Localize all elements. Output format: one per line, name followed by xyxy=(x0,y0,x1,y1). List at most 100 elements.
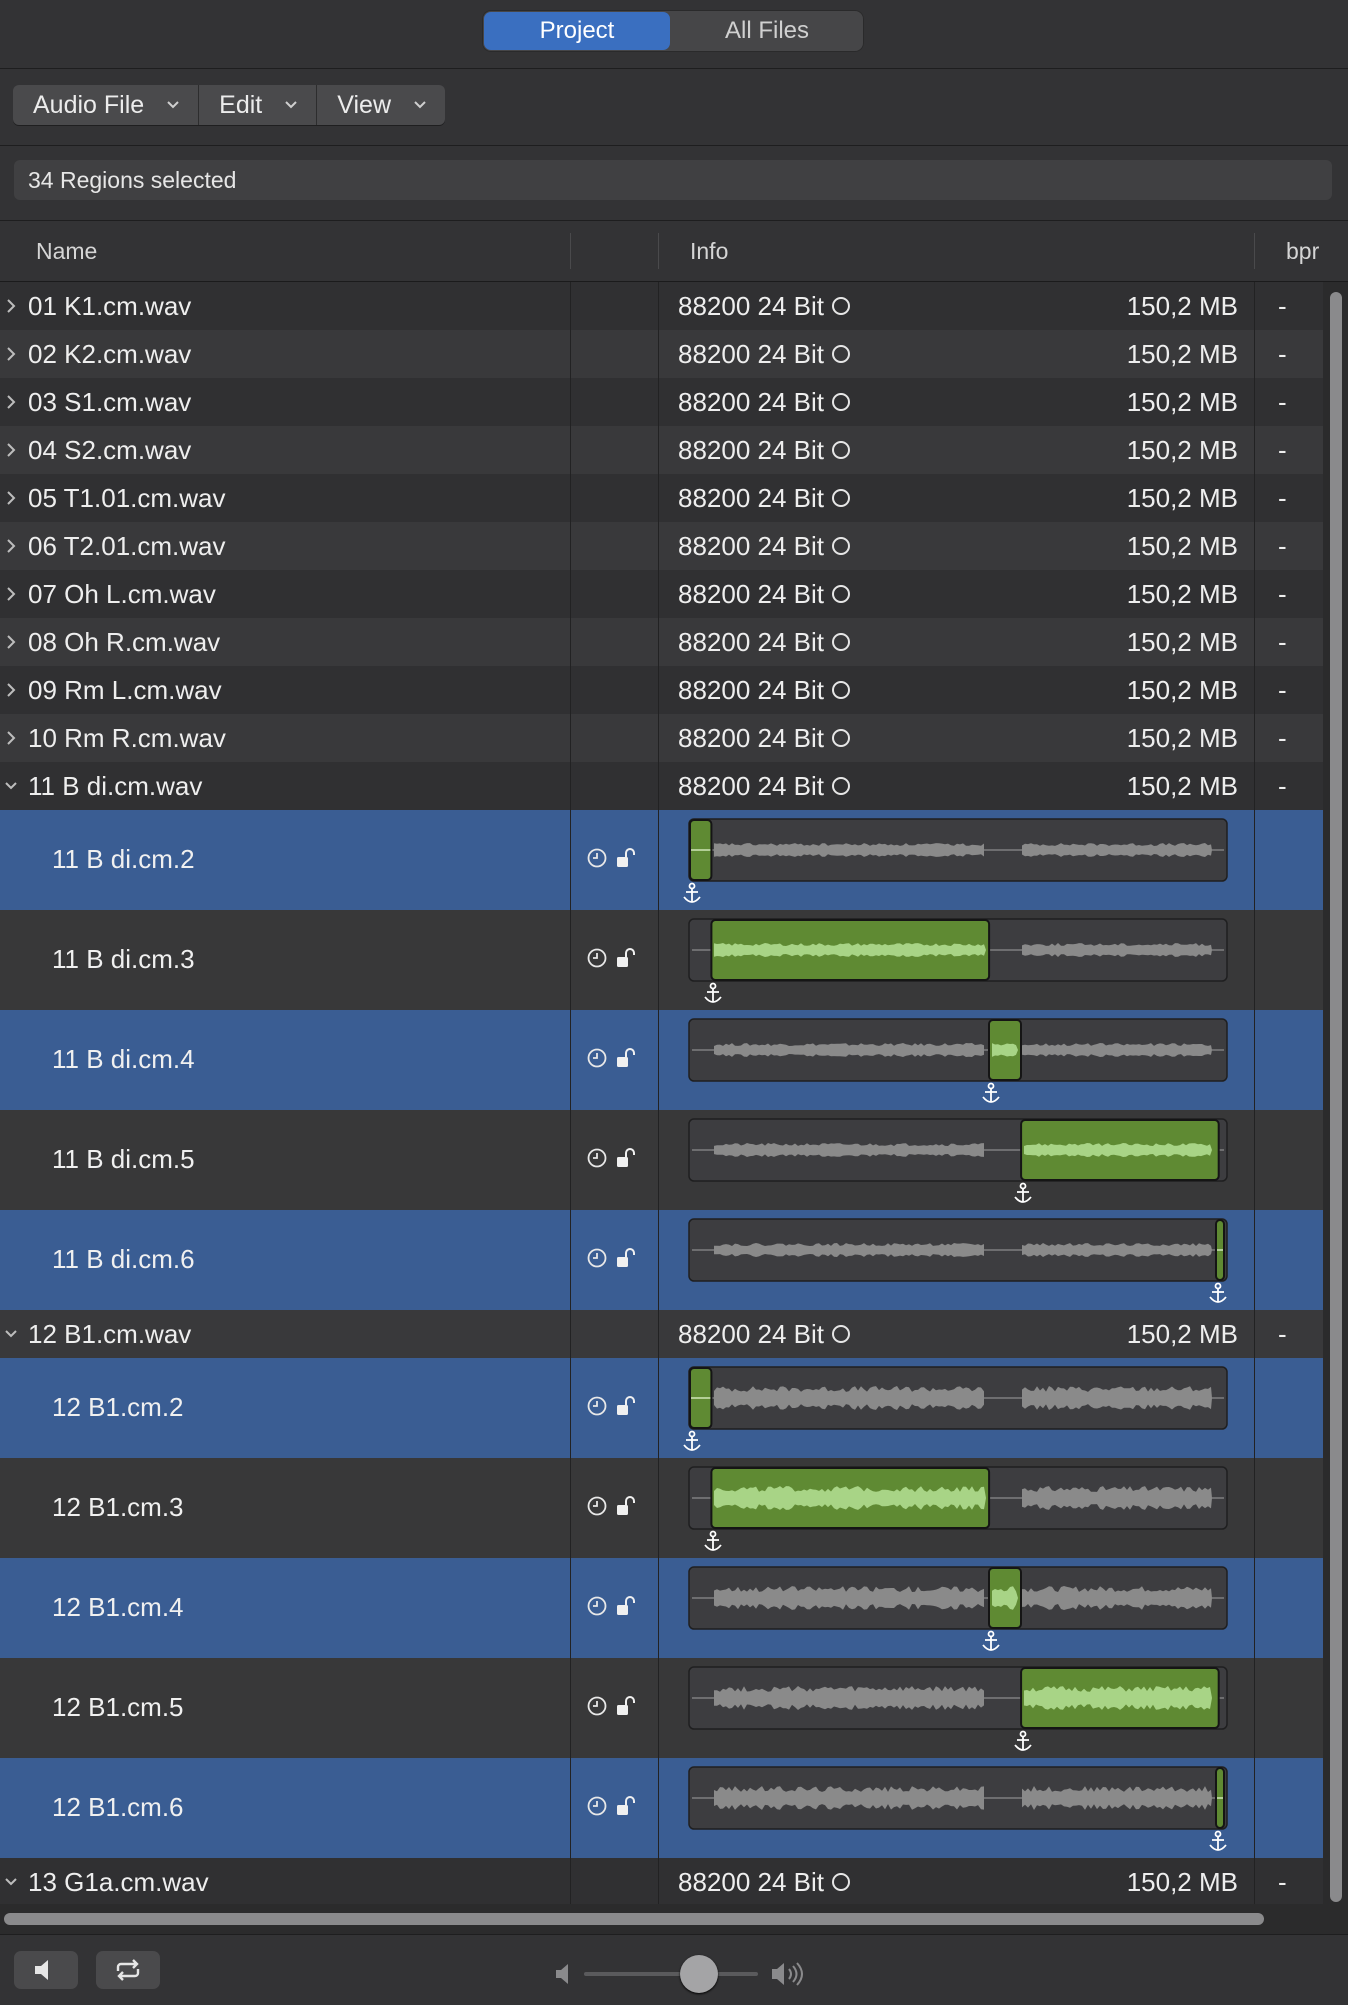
unlock-icon[interactable] xyxy=(614,947,636,969)
column-divider[interactable] xyxy=(1254,233,1255,269)
clock-icon[interactable] xyxy=(586,1695,608,1717)
region-waveform[interactable] xyxy=(688,1766,1228,1830)
tab-all-files[interactable]: All Files xyxy=(672,12,862,50)
vertical-scrollbar[interactable] xyxy=(1323,282,1348,1904)
clock-icon[interactable] xyxy=(586,1495,608,1517)
column-divider[interactable] xyxy=(570,233,571,269)
anchor-icon[interactable] xyxy=(1011,1730,1035,1754)
anchor-icon[interactable] xyxy=(680,882,704,906)
region-row[interactable]: 12 B1.cm.4 xyxy=(0,1558,1323,1658)
column-divider[interactable] xyxy=(658,233,659,269)
chevron-right-icon[interactable] xyxy=(4,730,18,746)
clock-icon[interactable] xyxy=(586,847,608,869)
file-row[interactable]: 13 G1a.cm.wav 88200 24 Bit 150,2 MB - xyxy=(0,1858,1323,1904)
file-row[interactable]: 02 K2.cm.wav 88200 24 Bit 150,2 MB - xyxy=(0,330,1323,378)
column-name-header[interactable]: Name xyxy=(36,221,97,281)
file-row[interactable]: 09 Rm L.cm.wav 88200 24 Bit 150,2 MB - xyxy=(0,666,1323,714)
region-waveform[interactable] xyxy=(688,818,1228,882)
chevron-down-icon[interactable] xyxy=(4,1874,18,1890)
file-row[interactable]: 06 T2.01.cm.wav 88200 24 Bit 150,2 MB - xyxy=(0,522,1323,570)
anchor-icon[interactable] xyxy=(979,1630,1003,1654)
horizontal-scrollbar[interactable] xyxy=(0,1904,1348,1934)
unlock-icon[interactable] xyxy=(614,1595,636,1617)
chevron-right-icon[interactable] xyxy=(4,490,18,506)
clock-icon[interactable] xyxy=(586,1147,608,1169)
unlock-icon[interactable] xyxy=(614,1795,636,1817)
chevron-right-icon[interactable] xyxy=(4,538,18,554)
view-menu-button[interactable]: View xyxy=(317,85,445,125)
region-waveform[interactable] xyxy=(688,918,1228,982)
file-row[interactable]: 04 S2.cm.wav 88200 24 Bit 150,2 MB - xyxy=(0,426,1323,474)
chevron-right-icon[interactable] xyxy=(4,394,18,410)
anchor-icon[interactable] xyxy=(701,1530,725,1554)
unlock-icon[interactable] xyxy=(614,1395,636,1417)
region-waveform[interactable] xyxy=(688,1566,1228,1630)
clock-icon[interactable] xyxy=(586,1595,608,1617)
region-waveform[interactable] xyxy=(688,1666,1228,1730)
file-row[interactable]: 08 Oh R.cm.wav 88200 24 Bit 150,2 MB - xyxy=(0,618,1323,666)
chevron-right-icon[interactable] xyxy=(4,346,18,362)
region-waveform[interactable] xyxy=(688,1366,1228,1430)
unlock-icon[interactable] xyxy=(614,1695,636,1717)
unlock-icon[interactable] xyxy=(614,847,636,869)
region-status-icons xyxy=(586,1395,636,1417)
file-row[interactable]: 07 Oh L.cm.wav 88200 24 Bit 150,2 MB - xyxy=(0,570,1323,618)
clock-icon[interactable] xyxy=(586,1395,608,1417)
region-waveform[interactable] xyxy=(688,1118,1228,1182)
region-row[interactable]: 11 B di.cm.4 xyxy=(0,1010,1323,1110)
anchor-icon[interactable] xyxy=(979,1082,1003,1106)
unlock-icon[interactable] xyxy=(614,1147,636,1169)
vertical-scroll-thumb[interactable] xyxy=(1330,292,1342,1902)
unlock-icon[interactable] xyxy=(614,1495,636,1517)
chevron-right-icon[interactable] xyxy=(4,298,18,314)
column-bpm-header[interactable]: bpr xyxy=(1286,221,1319,281)
loop-button[interactable] xyxy=(96,1951,160,1989)
chevron-right-icon[interactable] xyxy=(4,634,18,650)
chevron-right-icon[interactable] xyxy=(4,682,18,698)
region-row[interactable]: 11 B di.cm.5 xyxy=(0,1110,1323,1210)
anchor-icon[interactable] xyxy=(1011,1182,1035,1206)
file-row[interactable]: 05 T1.01.cm.wav 88200 24 Bit 150,2 MB - xyxy=(0,474,1323,522)
anchor-icon[interactable] xyxy=(1206,1282,1230,1306)
clock-icon[interactable] xyxy=(586,1047,608,1069)
anchor-icon[interactable] xyxy=(701,982,725,1006)
region-row[interactable]: 12 B1.cm.6 xyxy=(0,1758,1323,1858)
region-row[interactable]: 11 B di.cm.2 xyxy=(0,810,1323,910)
region-row[interactable]: 11 B di.cm.3 xyxy=(0,910,1323,1010)
column-info-header[interactable]: Info xyxy=(690,221,728,281)
region-waveform[interactable] xyxy=(688,1466,1228,1530)
region-row[interactable]: 12 B1.cm.3 xyxy=(0,1458,1323,1558)
tab-project[interactable]: Project xyxy=(484,12,670,50)
edit-menu-button[interactable]: Edit xyxy=(199,85,318,125)
clock-icon[interactable] xyxy=(586,947,608,969)
region-waveform[interactable] xyxy=(688,1218,1228,1282)
unlock-icon[interactable] xyxy=(614,1047,636,1069)
region-row[interactable]: 12 B1.cm.5 xyxy=(0,1658,1323,1758)
column-divider xyxy=(658,282,659,330)
region-row[interactable]: 11 B di.cm.6 xyxy=(0,1210,1323,1310)
chevron-down-icon[interactable] xyxy=(4,1326,18,1342)
unlock-icon[interactable] xyxy=(614,1247,636,1269)
volume-slider-knob[interactable] xyxy=(680,1955,718,1993)
file-row[interactable]: 01 K1.cm.wav 88200 24 Bit 150,2 MB - xyxy=(0,282,1323,330)
file-row[interactable]: 10 Rm R.cm.wav 88200 24 Bit 150,2 MB - xyxy=(0,714,1323,762)
chevron-right-icon[interactable] xyxy=(4,586,18,602)
horizontal-scroll-thumb[interactable] xyxy=(4,1913,1264,1925)
anchor-icon[interactable] xyxy=(680,1430,704,1454)
column-divider xyxy=(570,1558,571,1658)
chevron-down-icon[interactable] xyxy=(4,778,18,794)
prelisten-button[interactable] xyxy=(14,1951,78,1989)
volume-slider[interactable] xyxy=(584,1972,758,1976)
file-row[interactable]: 03 S1.cm.wav 88200 24 Bit 150,2 MB - xyxy=(0,378,1323,426)
clock-icon[interactable] xyxy=(586,1795,608,1817)
clock-icon[interactable] xyxy=(586,1247,608,1269)
file-format-info: 88200 24 Bit xyxy=(678,1319,825,1349)
chevron-right-icon[interactable] xyxy=(4,442,18,458)
file-row[interactable]: 12 B1.cm.wav 88200 24 Bit 150,2 MB - xyxy=(0,1310,1323,1358)
anchor-icon[interactable] xyxy=(1206,1830,1230,1854)
column-divider xyxy=(570,1858,571,1904)
region-row[interactable]: 12 B1.cm.2 xyxy=(0,1358,1323,1458)
audio-file-menu-button[interactable]: Audio File xyxy=(13,85,200,125)
file-row[interactable]: 11 B di.cm.wav 88200 24 Bit 150,2 MB - xyxy=(0,762,1323,810)
region-waveform[interactable] xyxy=(688,1018,1228,1082)
